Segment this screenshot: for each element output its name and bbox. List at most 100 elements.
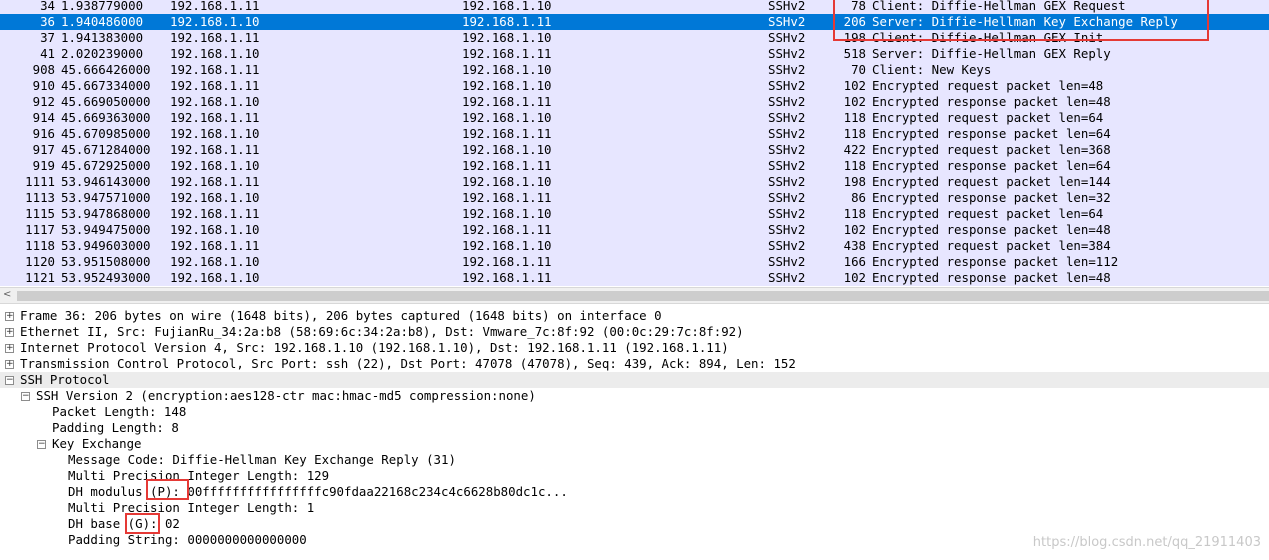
detail-tcp[interactable]: Transmission Control Protocol, Src Port:… xyxy=(20,356,796,372)
packet-cell-time: 45.670985000 xyxy=(61,126,151,141)
scroll-left-arrow-icon[interactable]: < xyxy=(3,289,11,300)
expand-plus-icon[interactable]: + xyxy=(5,344,14,353)
packet-cell-time: 45.669363000 xyxy=(61,110,151,125)
packet-cell-proto: SSHv2 xyxy=(768,126,806,141)
packet-row[interactable]: 1118 53.949603000 192.168.1.11 192.168.1.10… xyxy=(0,238,1269,254)
packet-cell-time: 1.938779000 xyxy=(61,0,144,13)
detail-dh-modulus[interactable]: DH modulus (P): 00ffffffffffffffffc90fda… xyxy=(68,484,568,500)
detail-ssh-protocol[interactable]: SSH Protocol xyxy=(20,372,110,388)
packet-cell-info: Encrypted response packet len=64 xyxy=(872,158,1111,173)
packet-cell-proto: SSHv2 xyxy=(768,0,806,13)
horizontal-scrollbar[interactable]: < xyxy=(0,287,1269,304)
packet-cell-dst: 192.168.1.10 xyxy=(462,30,552,45)
detail-padding-length[interactable]: Padding Length: 8 xyxy=(52,420,179,436)
packet-cell-no: 916 xyxy=(32,126,55,141)
packet-cell-proto: SSHv2 xyxy=(768,94,806,109)
packet-row[interactable]: 916 45.670985000 192.168.1.10 192.168.1.11 S… xyxy=(0,126,1269,142)
detail-frame[interactable]: Frame 36: 206 bytes on wire (1648 bits),… xyxy=(20,308,662,324)
packet-cell-info: Client: Diffie-Hellman GEX Request xyxy=(872,0,1126,13)
packet-row[interactable]: 1115 53.947868000 192.168.1.11 192.168.1.10… xyxy=(0,206,1269,222)
packet-cell-proto: SSHv2 xyxy=(768,46,806,61)
packet-cell-time: 45.667334000 xyxy=(61,78,151,93)
scrollbar-thumb[interactable] xyxy=(17,291,1269,301)
packet-cell-dst: 192.168.1.11 xyxy=(462,222,552,237)
packet-cell-info: Encrypted request packet len=144 xyxy=(872,174,1111,189)
packet-cell-dst: 192.168.1.11 xyxy=(462,126,552,141)
packet-cell-time: 53.947571000 xyxy=(61,190,151,205)
packet-cell-dst: 192.168.1.11 xyxy=(462,190,552,205)
packet-row[interactable]: 41 2.020239000 192.168.1.10 192.168.1.11 SSH… xyxy=(0,46,1269,62)
packet-cell-src: 192.168.1.10 xyxy=(170,94,260,109)
packet-row[interactable]: 34 1.938779000 192.168.1.11 192.168.1.10 SSH… xyxy=(0,0,1269,14)
packet-cell-time: 53.947868000 xyxy=(61,206,151,221)
packet-cell-no: 914 xyxy=(32,110,55,125)
packet-cell-dst: 192.168.1.11 xyxy=(462,158,552,173)
packet-row[interactable]: 1111 53.946143000 192.168.1.11 192.168.1.10… xyxy=(0,174,1269,190)
packet-cell-info: Encrypted response packet len=48 xyxy=(872,94,1111,109)
packet-cell-info: Encrypted request packet len=384 xyxy=(872,238,1111,253)
packet-cell-src: 192.168.1.10 xyxy=(170,126,260,141)
packet-cell-dst: 192.168.1.11 xyxy=(462,46,552,61)
packet-cell-len: 70 xyxy=(851,62,866,77)
packet-cell-src: 192.168.1.11 xyxy=(170,174,260,189)
detail-ip[interactable]: Internet Protocol Version 4, Src: 192.16… xyxy=(20,340,729,356)
packet-cell-info: Encrypted request packet len=64 xyxy=(872,206,1104,221)
detail-mpi-length-1[interactable]: Multi Precision Integer Length: 129 xyxy=(68,468,329,484)
packet-row[interactable]: 1117 53.949475000 192.168.1.10 192.168.1.11… xyxy=(0,222,1269,238)
packet-row[interactable]: 37 1.941383000 192.168.1.11 192.168.1.10 SSH… xyxy=(0,30,1269,46)
packet-cell-no: 1113 xyxy=(25,190,55,205)
detail-ethernet[interactable]: Ethernet II, Src: FujianRu_34:2a:b8 (58:… xyxy=(20,324,744,340)
packet-cell-info: Server: Diffie-Hellman GEX Reply xyxy=(872,46,1111,61)
packet-list[interactable]: 34 1.938779000 192.168.1.11 192.168.1.10 SSH… xyxy=(0,0,1269,287)
packet-cell-no: 1115 xyxy=(25,206,55,221)
packet-row[interactable]: 912 45.669050000 192.168.1.10 192.168.1.11 S… xyxy=(0,94,1269,110)
detail-ssh-version[interactable]: SSH Version 2 (encryption:aes128-ctr mac… xyxy=(36,388,536,404)
packet-cell-len: 102 xyxy=(843,270,866,285)
collapse-minus-icon[interactable]: − xyxy=(37,440,46,449)
packet-cell-time: 1.941383000 xyxy=(61,30,144,45)
packet-cell-src: 192.168.1.11 xyxy=(170,62,260,77)
packet-cell-no: 912 xyxy=(32,94,55,109)
packet-cell-src: 192.168.1.10 xyxy=(170,158,260,173)
collapse-minus-icon[interactable]: − xyxy=(21,392,30,401)
packet-row[interactable]: 910 45.667334000 192.168.1.11 192.168.1.10 S… xyxy=(0,78,1269,94)
collapse-minus-icon[interactable]: − xyxy=(5,376,14,385)
detail-mpi-length-2[interactable]: Multi Precision Integer Length: 1 xyxy=(68,500,314,516)
packet-cell-len: 78 xyxy=(851,0,866,13)
packet-row[interactable]: 919 45.672925000 192.168.1.10 192.168.1.11 S… xyxy=(0,158,1269,174)
packet-cell-info: Encrypted request packet len=368 xyxy=(872,142,1111,157)
detail-dh-base[interactable]: DH base (G): 02 xyxy=(68,516,180,532)
packet-cell-dst: 192.168.1.11 xyxy=(462,270,552,285)
packet-row[interactable]: 914 45.669363000 192.168.1.11 192.168.1.10 S… xyxy=(0,110,1269,126)
packet-cell-info: Encrypted request packet len=64 xyxy=(872,110,1104,125)
detail-packet-length[interactable]: Packet Length: 148 xyxy=(52,404,186,420)
packet-cell-no: 1117 xyxy=(25,222,55,237)
packet-row[interactable]: 36 1.940486000 192.168.1.10 192.168.1.11 SSH… xyxy=(0,14,1269,30)
packet-cell-time: 53.949603000 xyxy=(61,238,151,253)
packet-cell-proto: SSHv2 xyxy=(768,238,806,253)
packet-row[interactable]: 1113 53.947571000 192.168.1.10 192.168.1.11… xyxy=(0,190,1269,206)
packet-cell-info: Server: Diffie-Hellman Key Exchange Repl… xyxy=(872,14,1178,29)
packet-row[interactable]: 1121 53.952493000 192.168.1.10 192.168.1.11… xyxy=(0,270,1269,286)
packet-cell-proto: SSHv2 xyxy=(768,14,806,29)
packet-cell-src: 192.168.1.10 xyxy=(170,46,260,61)
packet-row[interactable]: 1120 53.951508000 192.168.1.10 192.168.1.11… xyxy=(0,254,1269,270)
expand-plus-icon[interactable]: + xyxy=(5,328,14,337)
packet-cell-time: 45.672925000 xyxy=(61,158,151,173)
packet-cell-time: 53.952493000 xyxy=(61,270,151,285)
packet-cell-dst: 192.168.1.11 xyxy=(462,254,552,269)
packet-cell-src: 192.168.1.11 xyxy=(170,30,260,45)
packet-row[interactable]: 917 45.671284000 192.168.1.11 192.168.1.10 S… xyxy=(0,142,1269,158)
packet-cell-len: 102 xyxy=(843,78,866,93)
packet-cell-proto: SSHv2 xyxy=(768,222,806,237)
packet-row[interactable]: 908 45.666426000 192.168.1.11 192.168.1.10 S… xyxy=(0,62,1269,78)
packet-cell-info: Encrypted response packet len=32 xyxy=(872,190,1111,205)
detail-message-code[interactable]: Message Code: Diffie-Hellman Key Exchang… xyxy=(68,452,456,468)
detail-key-exchange[interactable]: Key Exchange xyxy=(52,436,142,452)
packet-cell-proto: SSHv2 xyxy=(768,190,806,205)
packet-cell-info: Encrypted response packet len=64 xyxy=(872,126,1111,141)
expand-plus-icon[interactable]: + xyxy=(5,360,14,369)
expand-plus-icon[interactable]: + xyxy=(5,312,14,321)
packet-cell-info: Encrypted response packet len=48 xyxy=(872,222,1111,237)
detail-padding-string[interactable]: Padding String: 0000000000000000 xyxy=(68,532,307,548)
